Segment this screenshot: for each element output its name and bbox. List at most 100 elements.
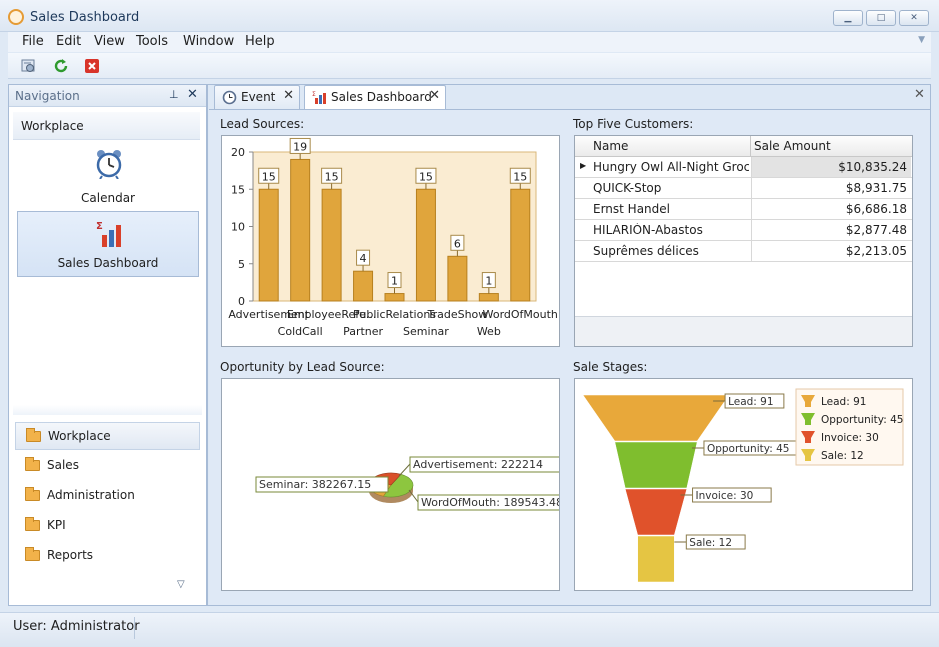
chevron-down-icon[interactable]: ▽ [177,579,185,590]
data-label: 15 [262,170,276,183]
y-tick-label: 5 [238,258,245,271]
tab-strip: Event ✕ Σ Sales Dashboard ✕ ✕ [208,85,930,110]
data-label: 1 [391,275,398,288]
lead-sources-label: Lead Sources: [220,117,305,131]
menu-edit[interactable]: Edit [56,34,81,49]
top-customers-grid[interactable]: Name Sale Amount ▶ Hungry Owl All-Night … [574,135,913,347]
refresh-icon[interactable] [52,57,70,75]
pane-button-label: Workplace [48,429,111,443]
tab-sales-dashboard[interactable]: Σ Sales Dashboard ✕ [304,85,446,110]
data-label: 15 [419,170,433,183]
window-title: Sales Dashboard [30,10,140,25]
close-red-icon[interactable] [83,57,101,75]
grid-header: Name Sale Amount [575,136,912,157]
x-tick-label: PublicRelations [353,308,436,321]
cell-name: HILARIÓN-Abastos [593,223,703,237]
minimize-button[interactable]: ▁ [833,10,863,26]
pie-label-leader [398,463,411,477]
pane-button-label: Administration [47,488,135,502]
table-row[interactable]: QUICK-Stop $8,931.75 [575,178,912,199]
pane-button-workplace[interactable]: Workplace [15,422,200,450]
maximize-button[interactable]: □ [866,10,896,26]
bar [384,293,405,302]
menu-file[interactable]: File [22,34,44,49]
nav-group-header[interactable]: Workplace [13,112,200,140]
pane-button-administration[interactable]: Administration [15,482,200,510]
data-label: 1 [485,275,492,288]
grid-footer [575,316,912,346]
folder-icon [25,547,40,561]
tab-close-icon[interactable]: ✕ [429,88,440,103]
x-tick-label: WordOfMouth [483,308,558,321]
nav-tile-label: Sales Dashboard [57,256,159,270]
y-tick-label: 15 [231,183,245,196]
chart-icon: Σ [312,91,326,104]
svg-text:Σ: Σ [312,91,316,98]
settings-icon[interactable] [20,57,38,75]
pane-button-label: KPI [47,518,66,532]
table-row[interactable]: Ernst Handel $6,686.18 [575,199,912,220]
svg-text:Σ: Σ [96,221,103,232]
pane-button-kpi[interactable]: KPI [15,512,200,540]
cell-name: QUICK-Stop [593,181,662,195]
x-tick-label: Web [477,325,501,338]
pin-icon[interactable]: ⊥ [169,88,179,101]
data-label: 15 [513,170,527,183]
document-close-icon[interactable]: ✕ [914,87,925,102]
cell-amount: $2,213.05 [751,241,911,261]
bar [353,270,374,302]
pane-button-label: Sales [47,458,79,472]
funnel-segment [637,535,675,583]
sale-stages-label: Sale Stages: [573,360,648,374]
clock-icon [222,90,237,105]
menu-window[interactable]: Window [183,34,234,49]
cell-amount: $10,835.24 [751,157,911,177]
navigation-close-icon[interactable]: ✕ [187,87,198,102]
cell-amount: $6,686.18 [751,199,911,219]
funnel-chart-svg: Lead: 91 Opportunity: 45 Invoice: 30 Sale: … [582,388,904,583]
opportunity-chart[interactable]: Seminar: 382267.15 Advertisement: 222214 W… [221,378,579,591]
pane-button-sales[interactable]: Sales [15,452,200,480]
x-tick-label: Partner [343,325,383,338]
navigation-header: Navigation ⊥ ✕ [9,85,206,107]
cell-amount: $8,931.75 [751,178,911,198]
funnel-segment [582,394,730,442]
tab-close-icon[interactable]: ✕ [283,88,294,103]
cell-amount: $2,877.48 [751,220,911,240]
nav-tile-calendar[interactable]: Calendar [17,145,199,211]
funnel-segment [614,441,698,489]
menu-tools[interactable]: Tools [136,34,168,49]
funnel-label: Sale: 12 [689,537,732,549]
lead-sources-chart[interactable]: 0 5 10 15 20 15 Advertisement 19 ColdCall 15 Emplo… [221,135,560,347]
column-header-sale-amount[interactable]: Sale Amount [754,139,831,153]
menu-customize-icon[interactable]: ▼ [918,35,925,45]
title-bar: Sales Dashboard ▁ □ ✕ [0,0,939,32]
sale-stages-chart[interactable]: Lead: 91 Opportunity: 45 Invoice: 30 Sale: … [574,378,913,591]
menu-bar: File Edit View Tools Window Help ▼ [8,32,931,52]
app-gear-icon [8,9,24,25]
folder-icon [25,487,40,501]
table-row[interactable]: ▶ Hungry Owl All-Night Groc... $10,835.2… [575,157,912,178]
column-header-name[interactable]: Name [593,139,628,153]
tab-event[interactable]: Event ✕ [214,85,300,109]
table-row[interactable]: Suprêmes délices $2,213.05 [575,241,912,262]
close-button[interactable]: ✕ [899,10,929,26]
tab-label: Sales Dashboard [331,90,432,104]
data-label: 6 [454,237,461,250]
opportunity-label: Oportunity by Lead Source: [220,360,385,374]
y-tick-label: 0 [238,295,245,308]
navigation-splitter[interactable] [13,405,202,415]
legend-entry: Opportunity: 45 [821,414,903,426]
table-row[interactable]: HILARIÓN-Abastos $2,877.48 [575,220,912,241]
tab-label: Event [241,90,276,104]
menu-help[interactable]: Help [245,34,275,49]
bar [510,188,531,302]
alarm-clock-icon [96,150,122,179]
menu-view[interactable]: View [94,34,125,49]
bar [321,188,342,302]
nav-tile-sales-dashboard[interactable]: Σ Sales Dashboard [17,211,199,277]
bar-chart-svg: 0510152015Advertisement19ColdCall15Emplo… [228,137,558,338]
navigation-title: Navigation [15,89,80,103]
pane-button-reports[interactable]: Reports [15,542,200,570]
nav-group-title: Workplace [21,119,84,133]
